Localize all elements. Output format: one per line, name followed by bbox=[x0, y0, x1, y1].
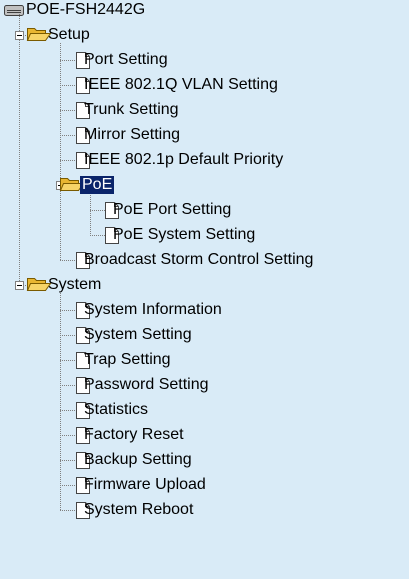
tree-item-statistics[interactable]: Statistics bbox=[84, 401, 148, 419]
setup-collapse-toggle[interactable] bbox=[15, 31, 24, 40]
switch-icon bbox=[4, 5, 24, 16]
tree-item-mirror-setting[interactable]: Mirror Setting bbox=[84, 126, 180, 144]
tree-folder-system-label[interactable]: System bbox=[48, 276, 101, 294]
tree-root-label[interactable]: POE-FSH2442G bbox=[26, 1, 145, 19]
tree-item-password-setting[interactable]: Password Setting bbox=[84, 376, 209, 394]
tree-folder-poe-label[interactable]: PoE bbox=[80, 176, 115, 194]
tree-item-port-setting[interactable]: Port Setting bbox=[84, 51, 168, 69]
tree-folder-setup-label[interactable]: Setup bbox=[48, 26, 90, 44]
tree-item-factory-reset[interactable]: Factory Reset bbox=[84, 426, 184, 444]
tree-item-firmware-upload[interactable]: Firmware Upload bbox=[84, 476, 206, 494]
tree-item-poe-system-setting[interactable]: PoE System Setting bbox=[113, 226, 255, 244]
tree-item-trunk-setting[interactable]: Trunk Setting bbox=[84, 101, 179, 119]
tree-item-poe-port-setting[interactable]: PoE Port Setting bbox=[113, 201, 231, 219]
tree-item-ieee-8021p-default-priority[interactable]: IEEE 802.1p Default Priority bbox=[84, 151, 283, 169]
navigation-tree-panel: POE-FSH2442G Setup Port Setting IEEE 802… bbox=[0, 0, 409, 579]
system-collapse-toggle[interactable] bbox=[15, 281, 24, 290]
tree-item-system-information[interactable]: System Information bbox=[84, 301, 222, 319]
tree-item-backup-setting[interactable]: Backup Setting bbox=[84, 451, 192, 469]
tree-item-system-reboot[interactable]: System Reboot bbox=[84, 501, 193, 519]
tree-item-system-setting[interactable]: System Setting bbox=[84, 326, 192, 344]
tree-item-ieee-8021q-vlan-setting[interactable]: IEEE 802.1Q VLAN Setting bbox=[84, 76, 278, 94]
tree-item-broadcast-storm-control-setting[interactable]: Broadcast Storm Control Setting bbox=[84, 251, 313, 269]
tree-item-trap-setting[interactable]: Trap Setting bbox=[84, 351, 171, 369]
